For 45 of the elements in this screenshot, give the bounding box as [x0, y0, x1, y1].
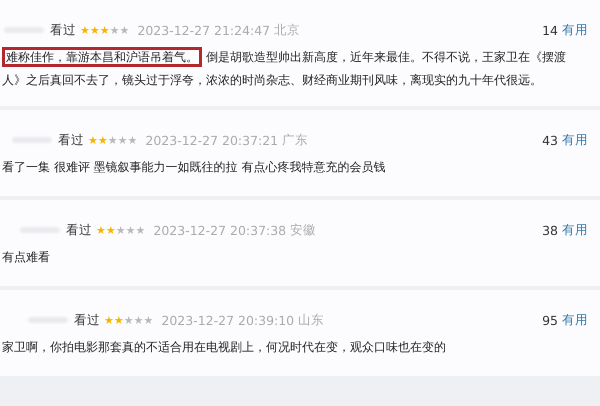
star-icon: ★ — [116, 224, 126, 236]
star-icon: ★ — [144, 314, 154, 326]
star-icon: ★ — [100, 24, 110, 36]
highlighted-sentence: 难称佳作，靠游本昌和沪语吊着气。 — [2, 47, 202, 67]
vote-count: 95 — [542, 312, 558, 328]
timestamp: 2023-12-27 21:24:47 — [137, 22, 270, 38]
timestamp: 2023-12-27 20:39:10 — [161, 312, 294, 328]
location: 安徽 — [290, 222, 316, 238]
useful-link[interactable]: 有用 — [562, 222, 588, 238]
star-icon: ★ — [136, 224, 146, 236]
star-icon: ★ — [106, 224, 116, 236]
star-icon: ★ — [98, 134, 108, 146]
watched-label: 看过 — [58, 132, 84, 148]
star-icon: ★ — [120, 24, 130, 36]
timestamp: 2023-12-27 20:37:38 — [153, 222, 286, 238]
watched-label: 看过 — [50, 22, 76, 38]
star-icon: ★ — [96, 224, 106, 236]
star-icon: ★ — [124, 314, 134, 326]
star-icon: ★ — [128, 134, 138, 146]
location: 广东 — [282, 132, 308, 148]
useful-link[interactable]: 有用 — [562, 22, 588, 38]
vote-count: 43 — [542, 132, 558, 148]
useful-link[interactable]: 有用 — [562, 312, 588, 328]
review-text: 看了一集 很难评 墨镜叙事能力一如既往的拉 有点心疼我特意充的会员钱 — [2, 159, 386, 176]
watched-label: 看过 — [66, 222, 92, 238]
review-text: 有点难看 — [2, 249, 51, 266]
timestamp: 2023-12-27 20:37:21 — [145, 132, 278, 148]
review-text: 家卫啊，你拍电影那套真的不适合用在电视剧上，何况时代在变，观众口味也在变的 — [2, 339, 447, 356]
star-icon: ★ — [90, 24, 100, 36]
star-icon: ★ — [126, 224, 136, 236]
watched-label: 看过 — [74, 312, 100, 328]
review-text: 难称佳作，靠游本昌和沪语吊着气。 倒是胡歌造型帅出新高度，近年来最佳。不得不说，王家卫在《摆渡人》之后真回不去了，镜头过于浮夸，浓浓的时尚杂志、财经商业期刊风味，离现实的九十年代很远。 — [2, 46, 588, 92]
location: 北京 — [274, 22, 300, 38]
star-icon: ★ — [88, 134, 98, 146]
star-icon: ★ — [80, 24, 90, 36]
star-icon: ★ — [114, 314, 124, 326]
star-icon: ★ — [108, 134, 118, 146]
location: 山东 — [298, 312, 324, 328]
useful-link[interactable]: 有用 — [562, 132, 588, 148]
star-icon: ★ — [118, 134, 128, 146]
star-icon: ★ — [110, 24, 120, 36]
star-icon: ★ — [104, 314, 114, 326]
vote-count: 38 — [542, 222, 558, 238]
vote-count: 14 — [542, 22, 558, 38]
star-icon: ★ — [134, 314, 144, 326]
